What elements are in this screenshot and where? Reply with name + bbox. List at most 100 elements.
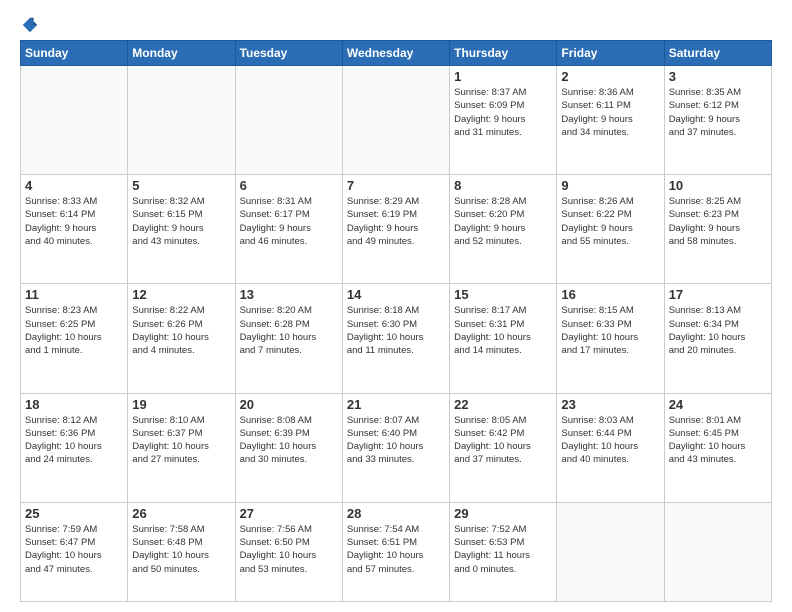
day-info: Sunrise: 7:54 AMSunset: 6:51 PMDaylight:…	[347, 523, 445, 576]
day-number: 1	[454, 69, 552, 84]
day-number: 8	[454, 178, 552, 193]
day-info: Sunrise: 8:05 AMSunset: 6:42 PMDaylight:…	[454, 414, 552, 467]
page: SundayMondayTuesdayWednesdayThursdayFrid…	[0, 0, 792, 612]
calendar-cell: 28 Sunrise: 7:54 AMSunset: 6:51 PMDayligh…	[342, 502, 449, 601]
logo	[20, 16, 39, 30]
weekday-header-row: SundayMondayTuesdayWednesdayThursdayFrid…	[21, 41, 772, 66]
day-number: 26	[132, 506, 230, 521]
calendar-cell: 24Sunrise: 8:01 AMSunset: 6:45 PMDayligh…	[664, 393, 771, 502]
day-info: Sunrise: 8:29 AMSunset: 6:19 PMDaylight:…	[347, 195, 445, 248]
weekday-header-monday: Monday	[128, 41, 235, 66]
calendar-cell: 3Sunrise: 8:35 AMSunset: 6:12 PMDaylight…	[664, 66, 771, 175]
calendar-cell: 10 Sunrise: 8:25 AMSunset: 6:23 PMDayligh…	[664, 175, 771, 284]
day-number: 10	[669, 178, 767, 193]
day-number: 21	[347, 397, 445, 412]
day-number: 6	[240, 178, 338, 193]
day-info: Sunrise: 8:13 AMSunset: 6:34 PMDaylight:…	[669, 304, 767, 357]
calendar-cell: 2 Sunrise: 8:36 AMSunset: 6:11 PMDaylight…	[557, 66, 664, 175]
calendar-cell: 14Sunrise: 8:18 AMSunset: 6:30 PMDayligh…	[342, 284, 449, 393]
day-info: Sunrise: 8:36 AMSunset: 6:11 PMDaylight:…	[561, 86, 659, 139]
day-info: Sunrise: 8:33 AMSunset: 6:14 PMDaylight:…	[25, 195, 123, 248]
calendar-cell: 21 Sunrise: 8:07 AMSunset: 6:40 PMDayligh…	[342, 393, 449, 502]
day-number: 20	[240, 397, 338, 412]
day-number: 15	[454, 287, 552, 302]
calendar-cell: 6 Sunrise: 8:31 AMSunset: 6:17 PMDaylight…	[235, 175, 342, 284]
calendar-cell: 9 Sunrise: 8:26 AMSunset: 6:22 PMDaylight…	[557, 175, 664, 284]
calendar-cell: 11 Sunrise: 8:23 AMSunset: 6:25 PMDayligh…	[21, 284, 128, 393]
calendar-table: SundayMondayTuesdayWednesdayThursdayFrid…	[20, 40, 772, 602]
day-info: Sunrise: 8:20 AMSunset: 6:28 PMDaylight:…	[240, 304, 338, 357]
calendar-cell: 7 Sunrise: 8:29 AMSunset: 6:19 PMDaylight…	[342, 175, 449, 284]
day-number: 4	[25, 178, 123, 193]
day-number: 5	[132, 178, 230, 193]
day-number: 2	[561, 69, 659, 84]
day-number: 28	[347, 506, 445, 521]
day-number: 16	[561, 287, 659, 302]
calendar-week-row: 11 Sunrise: 8:23 AMSunset: 6:25 PMDayligh…	[21, 284, 772, 393]
day-number: 29	[454, 506, 552, 521]
calendar-cell: 16 Sunrise: 8:15 AMSunset: 6:33 PMDayligh…	[557, 284, 664, 393]
calendar-cell: 18 Sunrise: 8:12 AMSunset: 6:36 PMDayligh…	[21, 393, 128, 502]
header	[20, 16, 772, 30]
day-info: Sunrise: 7:59 AMSunset: 6:47 PMDaylight:…	[25, 523, 123, 576]
calendar-cell: 13Sunrise: 8:20 AMSunset: 6:28 PMDayligh…	[235, 284, 342, 393]
weekday-header-saturday: Saturday	[664, 41, 771, 66]
day-number: 18	[25, 397, 123, 412]
calendar-cell: 22 Sunrise: 8:05 AMSunset: 6:42 PMDayligh…	[450, 393, 557, 502]
day-info: Sunrise: 8:01 AMSunset: 6:45 PMDaylight:…	[669, 414, 767, 467]
day-number: 9	[561, 178, 659, 193]
calendar-cell	[235, 66, 342, 175]
day-number: 12	[132, 287, 230, 302]
calendar-cell	[21, 66, 128, 175]
day-info: Sunrise: 8:18 AMSunset: 6:30 PMDaylight:…	[347, 304, 445, 357]
calendar-cell: 26 Sunrise: 7:58 AMSunset: 6:48 PMDayligh…	[128, 502, 235, 601]
day-info: Sunrise: 8:32 AMSunset: 6:15 PMDaylight:…	[132, 195, 230, 248]
calendar-week-row: 18 Sunrise: 8:12 AMSunset: 6:36 PMDayligh…	[21, 393, 772, 502]
day-number: 19	[132, 397, 230, 412]
day-info: Sunrise: 8:17 AMSunset: 6:31 PMDaylight:…	[454, 304, 552, 357]
weekday-header-tuesday: Tuesday	[235, 41, 342, 66]
day-info: Sunrise: 8:22 AMSunset: 6:26 PMDaylight:…	[132, 304, 230, 357]
day-info: Sunrise: 8:15 AMSunset: 6:33 PMDaylight:…	[561, 304, 659, 357]
calendar-cell: 27 Sunrise: 7:56 AMSunset: 6:50 PMDayligh…	[235, 502, 342, 601]
calendar-cell: 5 Sunrise: 8:32 AMSunset: 6:15 PMDaylight…	[128, 175, 235, 284]
day-info: Sunrise: 8:26 AMSunset: 6:22 PMDaylight:…	[561, 195, 659, 248]
weekday-header-friday: Friday	[557, 41, 664, 66]
weekday-header-sunday: Sunday	[21, 41, 128, 66]
day-info: Sunrise: 8:23 AMSunset: 6:25 PMDaylight:…	[25, 304, 123, 357]
day-number: 11	[25, 287, 123, 302]
day-info: Sunrise: 8:10 AMSunset: 6:37 PMDaylight:…	[132, 414, 230, 467]
calendar-cell: 1Sunrise: 8:37 AMSunset: 6:09 PMDaylight…	[450, 66, 557, 175]
weekday-header-thursday: Thursday	[450, 41, 557, 66]
calendar-cell: 4 Sunrise: 8:33 AMSunset: 6:14 PMDaylight…	[21, 175, 128, 284]
calendar-week-row: 25 Sunrise: 7:59 AMSunset: 6:47 PMDayligh…	[21, 502, 772, 601]
day-info: Sunrise: 8:31 AMSunset: 6:17 PMDaylight:…	[240, 195, 338, 248]
day-info: Sunrise: 8:25 AMSunset: 6:23 PMDaylight:…	[669, 195, 767, 248]
day-number: 27	[240, 506, 338, 521]
day-info: Sunrise: 7:56 AMSunset: 6:50 PMDaylight:…	[240, 523, 338, 576]
day-info: Sunrise: 8:12 AMSunset: 6:36 PMDaylight:…	[25, 414, 123, 467]
day-info: Sunrise: 8:28 AMSunset: 6:20 PMDaylight:…	[454, 195, 552, 248]
calendar-cell: 8 Sunrise: 8:28 AMSunset: 6:20 PMDaylight…	[450, 175, 557, 284]
calendar-cell: 12 Sunrise: 8:22 AMSunset: 6:26 PMDayligh…	[128, 284, 235, 393]
calendar-cell: 23 Sunrise: 8:03 AMSunset: 6:44 PMDayligh…	[557, 393, 664, 502]
day-number: 25	[25, 506, 123, 521]
calendar-cell: 15 Sunrise: 8:17 AMSunset: 6:31 PMDayligh…	[450, 284, 557, 393]
day-info: Sunrise: 8:08 AMSunset: 6:39 PMDaylight:…	[240, 414, 338, 467]
day-number: 7	[347, 178, 445, 193]
day-number: 22	[454, 397, 552, 412]
day-info: Sunrise: 7:58 AMSunset: 6:48 PMDaylight:…	[132, 523, 230, 576]
calendar-cell	[128, 66, 235, 175]
weekday-header-wednesday: Wednesday	[342, 41, 449, 66]
calendar-cell: 19 Sunrise: 8:10 AMSunset: 6:37 PMDayligh…	[128, 393, 235, 502]
day-number: 23	[561, 397, 659, 412]
calendar-cell	[342, 66, 449, 175]
calendar-cell	[557, 502, 664, 601]
day-number: 3	[669, 69, 767, 84]
day-info: Sunrise: 8:03 AMSunset: 6:44 PMDaylight:…	[561, 414, 659, 467]
day-info: Sunrise: 8:07 AMSunset: 6:40 PMDaylight:…	[347, 414, 445, 467]
day-number: 17	[669, 287, 767, 302]
day-info: Sunrise: 7:52 AMSunset: 6:53 PMDaylight:…	[454, 523, 552, 576]
calendar-cell: 25 Sunrise: 7:59 AMSunset: 6:47 PMDayligh…	[21, 502, 128, 601]
calendar-week-row: 1Sunrise: 8:37 AMSunset: 6:09 PMDaylight…	[21, 66, 772, 175]
